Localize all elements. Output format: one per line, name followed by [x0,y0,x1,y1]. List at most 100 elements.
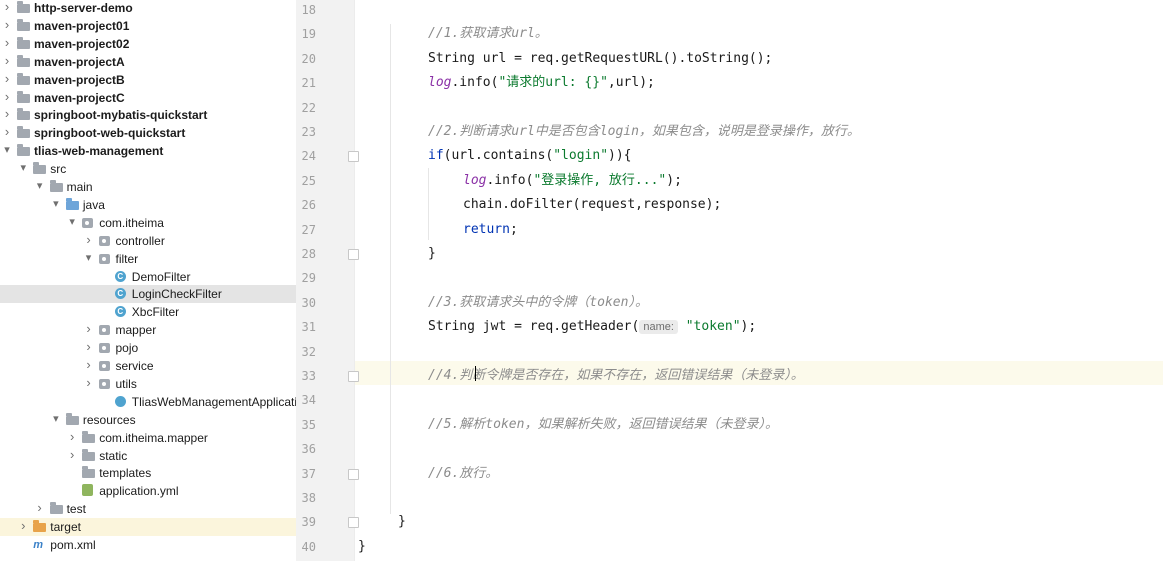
tree-item[interactable]: › maven-project02 [0,35,296,53]
tree-item[interactable]: › maven-projectA [0,53,296,71]
code-line[interactable]: //4.判断令牌是否存在，如果不存在，返回错误结果（未登录）。 [428,364,804,388]
tree-item[interactable]: › springboot-web-quickstart [0,124,296,142]
tree-item[interactable]: › mapper [0,321,296,339]
chevron-down-icon[interactable]: ▾ [51,412,61,426]
chevron-right-icon[interactable]: › [84,232,94,247]
chevron-right-icon[interactable]: › [2,89,12,104]
tree-item[interactable]: › http-server-demo [0,0,296,17]
code-line[interactable]: if(url.contains("login")){ [428,144,632,168]
chevron-down-icon[interactable]: ▾ [35,179,45,193]
tree-item[interactable]: ▾ tlias-web-management [0,142,296,160]
tree-item[interactable]: › target [0,518,296,537]
line-number: 18 [301,3,316,17]
package-icon [98,343,110,354]
tree-item[interactable]: TliasWebManagementApplication [0,393,296,411]
tree-item[interactable]: › utils [0,375,296,393]
code-line[interactable]: return; [463,218,518,242]
chevron-down-icon[interactable]: ▾ [84,251,94,265]
tree-item-label: resources [82,412,136,427]
excluded-folder-icon [33,520,47,533]
code-line[interactable]: //2.判断请求url中是否包含login，如果包含，说明是登录操作，放行。 [428,120,860,144]
chevron-down-icon[interactable]: ▾ [2,143,12,157]
chevron-down-icon[interactable]: ▾ [67,215,77,229]
chevron-right-icon[interactable]: › [84,322,94,336]
code-token: } [398,514,406,530]
tree-item[interactable]: C XbcFilter [0,303,296,321]
source-folder-icon [65,197,79,210]
tree-item[interactable]: C LoginCheckFilter [0,285,296,304]
tree-item[interactable]: › static [0,447,296,465]
code-token: String jwt = req.getHeader( [428,319,640,335]
chevron-right-icon[interactable]: › [18,519,28,533]
code-line[interactable]: //1.获取请求url。 [428,22,548,46]
tree-item[interactable]: › maven-projectC [0,89,296,107]
tree-item[interactable]: ▾ com.itheima [0,214,296,232]
folder-icon [49,502,63,515]
chevron-down-icon[interactable]: ▾ [51,197,61,211]
code-line[interactable]: log.info("请求的url: {}",url); [428,71,655,95]
code-line[interactable]: //6.放行。 [428,462,498,486]
code-line[interactable]: } [358,535,366,559]
tree-item[interactable]: ▾ resources [0,411,296,429]
code-line[interactable]: //3.获取请求头中的令牌（token）。 [428,291,648,315]
fold-marker-icon[interactable] [348,249,359,260]
code-line[interactable]: String url = req.getRequestURL().toStrin… [428,47,772,71]
chevron-right-icon[interactable]: › [2,71,12,86]
tree-item[interactable]: C DemoFilter [0,268,296,286]
chevron-right-icon[interactable]: › [2,125,12,139]
tree-item[interactable]: › pojo [0,339,296,357]
tree-item[interactable]: ▾ src [0,160,296,178]
fold-marker-icon[interactable] [348,151,359,163]
tree-item-label: pojo [115,341,139,356]
tree-item[interactable]: › controller [0,232,296,250]
tree-item-label: static [99,448,128,463]
tree-item-label: service [115,359,154,373]
chevron-right-icon[interactable]: › [35,501,45,515]
tree-item[interactable]: › springboot-mybatis-quickstart [0,106,296,124]
tree-item[interactable]: › service [0,357,296,375]
code-line[interactable]: log.info("登录操作, 放行..."); [463,169,682,193]
tree-item-label: XbcFilter [131,305,180,320]
project-tree[interactable]: › http-server-demo › maven-project01 › maven-… [0,0,296,561]
tree-item[interactable]: ▾ filter [0,250,296,268]
chevron-right-icon[interactable]: › [84,375,94,390]
code-line[interactable]: //5.解析token，如果解析失败，返回错误结果（未登录）。 [428,413,778,437]
chevron-right-icon[interactable]: › [2,0,12,14]
folder-icon [82,448,96,461]
chevron-right-icon[interactable]: › [84,340,94,354]
fold-marker-icon[interactable] [348,517,359,529]
chevron-right-icon[interactable]: › [67,429,77,444]
chevron-right-icon[interactable]: › [84,358,94,372]
chevron-right-icon[interactable]: › [2,35,12,50]
tree-item-label: mapper [115,323,157,338]
fold-marker-icon[interactable] [348,468,359,480]
tree-item[interactable]: ▾ main [0,178,296,196]
chevron-down-icon[interactable]: ▾ [18,161,28,175]
tree-item[interactable]: › maven-projectB [0,71,296,89]
tree-item[interactable]: › com.itheima.mapper [0,429,296,447]
tree-item[interactable]: application.yml [0,482,296,500]
tree-item[interactable]: › test [0,500,296,518]
code-line[interactable]: String jwt = req.getHeader(name: "token"… [428,315,756,339]
code-token: ; [509,221,518,237]
tree-item[interactable]: › maven-project01 [0,17,296,35]
code-line[interactable]: } [398,510,406,534]
code-line[interactable]: chain.doFilter(request,response); [463,193,721,217]
chevron-right-icon[interactable]: › [2,107,12,121]
tree-item-label: DemoFilter [131,269,191,284]
code-editor[interactable]: 18 19 20 21 22 23 24 25 26 27 28 29 30 31 32 33 34 35 36 37… [296,0,1163,561]
tree-item[interactable]: ▾ java [0,196,296,214]
line-number: 23 [301,125,316,139]
line-number: 20 [301,51,316,66]
tree-item-label: springboot-mybatis-quickstart [34,108,208,123]
chevron-right-icon[interactable]: › [2,53,12,68]
fold-marker-icon[interactable] [348,371,359,382]
line-number: 35 [301,417,316,432]
code-line[interactable]: } [428,242,436,266]
code-comment: //4.判断令牌是否存在，如果不存在，返回错误结果（未登录）。 [428,368,804,383]
tree-item[interactable]: m pom.xml [0,536,296,554]
chevron-right-icon[interactable]: › [2,17,12,32]
tree-item[interactable]: templates [0,464,296,482]
chevron-right-icon[interactable]: › [67,447,77,462]
folder-icon [17,1,30,13]
